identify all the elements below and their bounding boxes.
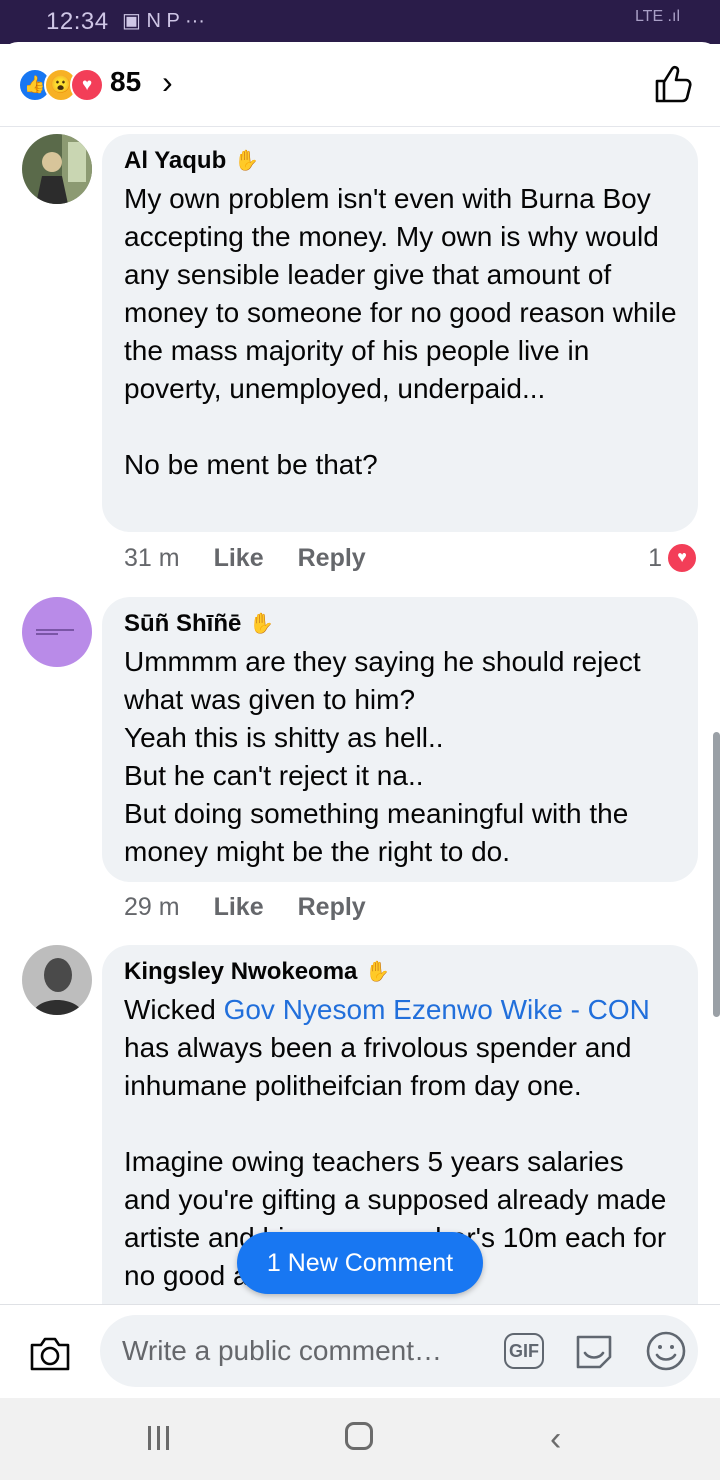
like-button[interactable]: Like xyxy=(214,544,264,573)
reaction-header[interactable]: 👍 😮 ♥ 85 › xyxy=(0,42,720,127)
reply-button[interactable]: Reply xyxy=(298,893,366,922)
notification-icons: ▣ N P ··· xyxy=(122,10,205,32)
sticker-icon[interactable] xyxy=(572,1329,616,1373)
reaction-count[interactable]: 85 xyxy=(110,66,141,98)
comment-input[interactable]: Write a public comment… GIF xyxy=(100,1315,698,1387)
comments-sheet: 👍 😮 ♥ 85 › Al Yaqub ✋ My own problem isn… xyxy=(0,42,720,1398)
avatar[interactable] xyxy=(22,597,92,667)
comment-time: 31 m xyxy=(124,544,180,572)
system-nav-bar: ‹ xyxy=(0,1398,720,1480)
reply-button[interactable]: Reply xyxy=(298,544,366,573)
comment-bubble[interactable]: Sūñ Shīñē ✋ Ummmm are they saying he sho… xyxy=(102,597,698,882)
comment-text: Ummmm are they saying he should reject w… xyxy=(124,646,641,867)
camera-icon[interactable] xyxy=(28,1333,72,1373)
chevron-right-icon[interactable]: › xyxy=(162,64,173,101)
recent-apps-icon[interactable] xyxy=(146,1424,172,1452)
comment-reactions[interactable]: 1 ♥ xyxy=(648,542,698,574)
comment-bubble[interactable]: Al Yaqub ✋ My own problem isn't even wit… xyxy=(102,134,698,532)
comment-author[interactable]: Sūñ Shīñē xyxy=(124,609,241,639)
avatar[interactable] xyxy=(22,945,92,1015)
status-time: 12:34 xyxy=(46,8,109,35)
emoji-icon[interactable] xyxy=(644,1329,688,1373)
like-button[interactable]: Like xyxy=(214,893,264,922)
comment-text: My own problem isn't even with Burna Boy… xyxy=(124,183,677,480)
scrollbar[interactable] xyxy=(713,732,720,1017)
mention-link[interactable]: Gov Nyesom Ezenwo Wike - CON xyxy=(224,994,650,1025)
wave-icon: ✋ xyxy=(365,961,391,983)
reaction-count-label: 1 xyxy=(648,543,662,572)
comment-placeholder: Write a public comment… xyxy=(122,1335,443,1366)
new-comment-button[interactable]: 1 New Comment xyxy=(237,1232,483,1294)
gif-icon[interactable]: GIF xyxy=(504,1333,544,1369)
comment-time: 29 m xyxy=(124,893,180,921)
back-icon[interactable]: ‹ xyxy=(550,1420,561,1459)
comment-actions: 31 m Like Reply xyxy=(124,544,366,573)
love-reaction-icon: ♥ xyxy=(70,68,104,102)
wave-icon: ✋ xyxy=(249,613,275,635)
comment-composer: Write a public comment… GIF xyxy=(0,1304,720,1397)
thumbs-up-outline-icon[interactable] xyxy=(654,64,692,104)
comment-text-before: Wicked xyxy=(124,994,224,1025)
signal-icons: LTE .ıl xyxy=(634,8,680,25)
reaction-icons[interactable]: 👍 😮 ♥ xyxy=(18,68,108,102)
home-icon[interactable] xyxy=(345,1422,373,1450)
comment-actions: 29 m Like Reply xyxy=(124,893,366,922)
wave-icon: ✋ xyxy=(234,150,260,172)
comment-author[interactable]: Al Yaqub xyxy=(124,146,226,176)
avatar[interactable] xyxy=(22,134,92,204)
heart-icon: ♥ xyxy=(666,542,698,574)
status-bar: 12:34 ▣ N P ··· LTE .ıl xyxy=(0,0,720,44)
comment-author[interactable]: Kingsley Nwokeoma xyxy=(124,957,357,987)
